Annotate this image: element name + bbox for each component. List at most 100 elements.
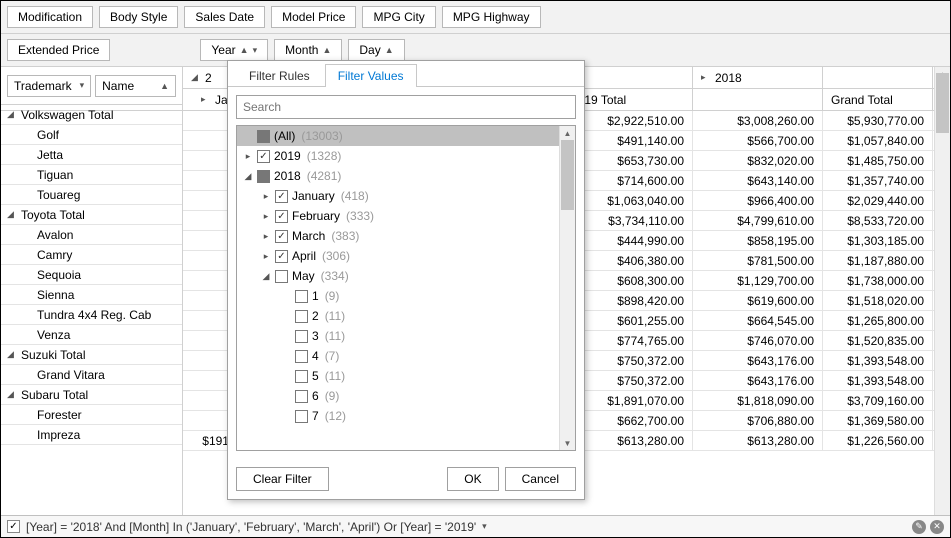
row-golf[interactable]: Golf [1,125,182,145]
field-model-price[interactable]: Model Price [271,6,356,28]
search-input[interactable] [236,95,576,119]
tree-item-6[interactable]: 6(9) [237,386,559,406]
tree-item-february[interactable]: ▸✓February(333) [237,206,559,226]
checkbox[interactable]: ✓ [257,150,270,163]
checkbox[interactable] [295,310,308,323]
tree-item-april[interactable]: ▸✓April(306) [237,246,559,266]
filter-dropdown-icon[interactable]: ▾ [482,521,487,532]
expand-icon[interactable]: ▸ [261,231,271,242]
tree-item-2019[interactable]: ▸✓2019(1328) [237,146,559,166]
tree-item-count: (4281) [307,169,342,183]
expand-icon[interactable]: ▸ [261,191,271,202]
row-avalon[interactable]: Avalon [1,225,182,245]
checkbox[interactable] [295,290,308,303]
vertical-scrollbar[interactable]: ▲ ▼ [934,67,950,525]
checkbox[interactable]: ✓ [275,210,288,223]
tree-item-7[interactable]: 7(12) [237,406,559,426]
tree-item--all-[interactable]: (All)(13003) [237,126,559,146]
tree-item-2018[interactable]: ◢2018(4281) [237,166,559,186]
tree-item-2[interactable]: 2(11) [237,306,559,326]
filter-enabled-checkbox[interactable]: ✓ [7,520,20,533]
row-sequoia[interactable]: Sequoia [1,265,182,285]
filter-name-label: Name [102,79,134,93]
row-suzuki-total[interactable]: ◢Suzuki Total [1,345,182,365]
expand-icon[interactable]: ▸ [243,151,253,162]
expand-icon[interactable]: ◢ [243,171,253,182]
field-modification[interactable]: Modification [7,6,93,28]
field-year[interactable]: Year▲▾ [200,39,268,61]
checkbox[interactable]: ✓ [275,250,288,263]
checkbox[interactable] [295,350,308,363]
tab-filter-values[interactable]: Filter Values [325,64,417,87]
tree-item-count: (13003) [301,129,342,143]
field-sales-date[interactable]: Sales Date [184,6,265,28]
cell: $643,176.00 [693,351,823,370]
row-forester[interactable]: Forester [1,405,182,425]
row-impreza[interactable]: Impreza [1,425,182,445]
clear-filter-icon[interactable]: ✕ [930,520,944,534]
row-tiguan[interactable]: Tiguan [1,165,182,185]
tree-item-3[interactable]: 3(11) [237,326,559,346]
checkbox[interactable] [295,330,308,343]
field-body-style[interactable]: Body Style [99,6,178,28]
expand-icon[interactable]: ▸ [261,251,271,262]
checkbox[interactable]: ✓ [275,190,288,203]
col-jan-label: Ja [215,93,228,107]
popup-footer: Clear Filter OK Cancel [228,459,584,499]
filter-trademark[interactable]: Trademark▾ [7,75,91,97]
checkbox[interactable] [275,270,288,283]
expand-icon[interactable]: ▸ [261,211,271,222]
scroll-thumb[interactable] [561,140,574,210]
filter-name[interactable]: Name▲ [95,75,176,97]
tab-filter-rules[interactable]: Filter Rules [236,64,323,87]
clear-filter-button[interactable]: Clear Filter [236,467,329,491]
checkbox[interactable] [295,370,308,383]
cell: $1,265,800.00 [823,311,933,330]
field-mpg-highway[interactable]: MPG Highway [442,6,541,28]
row-tundra-4x4-reg-cab[interactable]: Tundra 4x4 Reg. Cab [1,305,182,325]
expand-icon[interactable]: ◢ [7,209,17,220]
field-month[interactable]: Month▲ [274,39,342,61]
cell: $613,280.00 [693,431,823,450]
scroll-down-icon[interactable]: ▼ [560,436,575,450]
tree-item-march[interactable]: ▸✓March(383) [237,226,559,246]
row-toyota-total[interactable]: ◢Toyota Total [1,205,182,225]
tree-item-may[interactable]: ◢May(334) [237,266,559,286]
edit-filter-icon[interactable]: ✎ [912,520,926,534]
row-touareg[interactable]: Touareg [1,185,182,205]
tree-item-5[interactable]: 5(11) [237,366,559,386]
expand-icon[interactable]: ◢ [7,109,17,120]
ok-button[interactable]: OK [447,467,498,491]
scroll-thumb[interactable] [936,73,949,133]
tree-item-count: (11) [325,329,345,343]
cell: $746,070.00 [693,331,823,350]
checkbox[interactable]: ✓ [275,230,288,243]
row-subaru-total[interactable]: ◢Subaru Total [1,385,182,405]
row-venza[interactable]: Venza [1,325,182,345]
tree-item-january[interactable]: ▸✓January(418) [237,186,559,206]
tree-scrollbar[interactable]: ▲ ▼ [559,126,575,450]
checkbox[interactable] [257,130,270,143]
expand-icon[interactable]: ◢ [261,271,271,282]
checkbox[interactable] [257,170,270,183]
row-sienna[interactable]: Sienna [1,285,182,305]
scroll-up-icon[interactable]: ▲ [560,126,575,140]
field-extended-price[interactable]: Extended Price [7,39,110,61]
row-grand-vitara[interactable]: Grand Vitara [1,365,182,385]
checkbox[interactable] [295,410,308,423]
field-mpg-city[interactable]: MPG City [362,6,435,28]
cancel-button[interactable]: Cancel [505,467,576,491]
cell: $1,369,580.00 [823,411,933,430]
row-volkswagen-total[interactable]: ◢Volkswagen Total [1,105,182,125]
tree-item-1[interactable]: 1(9) [237,286,559,306]
col-2018[interactable]: ▸2018 [693,67,823,88]
cell: $1,520,835.00 [823,331,933,350]
row-jetta[interactable]: Jetta [1,145,182,165]
field-day[interactable]: Day▲ [348,39,404,61]
checkbox[interactable] [295,390,308,403]
tree-item-4[interactable]: 4(7) [237,346,559,366]
tree-item-label: 2 [312,309,319,323]
expand-icon[interactable]: ◢ [7,389,17,400]
expand-icon[interactable]: ◢ [7,349,17,360]
row-camry[interactable]: Camry [1,245,182,265]
